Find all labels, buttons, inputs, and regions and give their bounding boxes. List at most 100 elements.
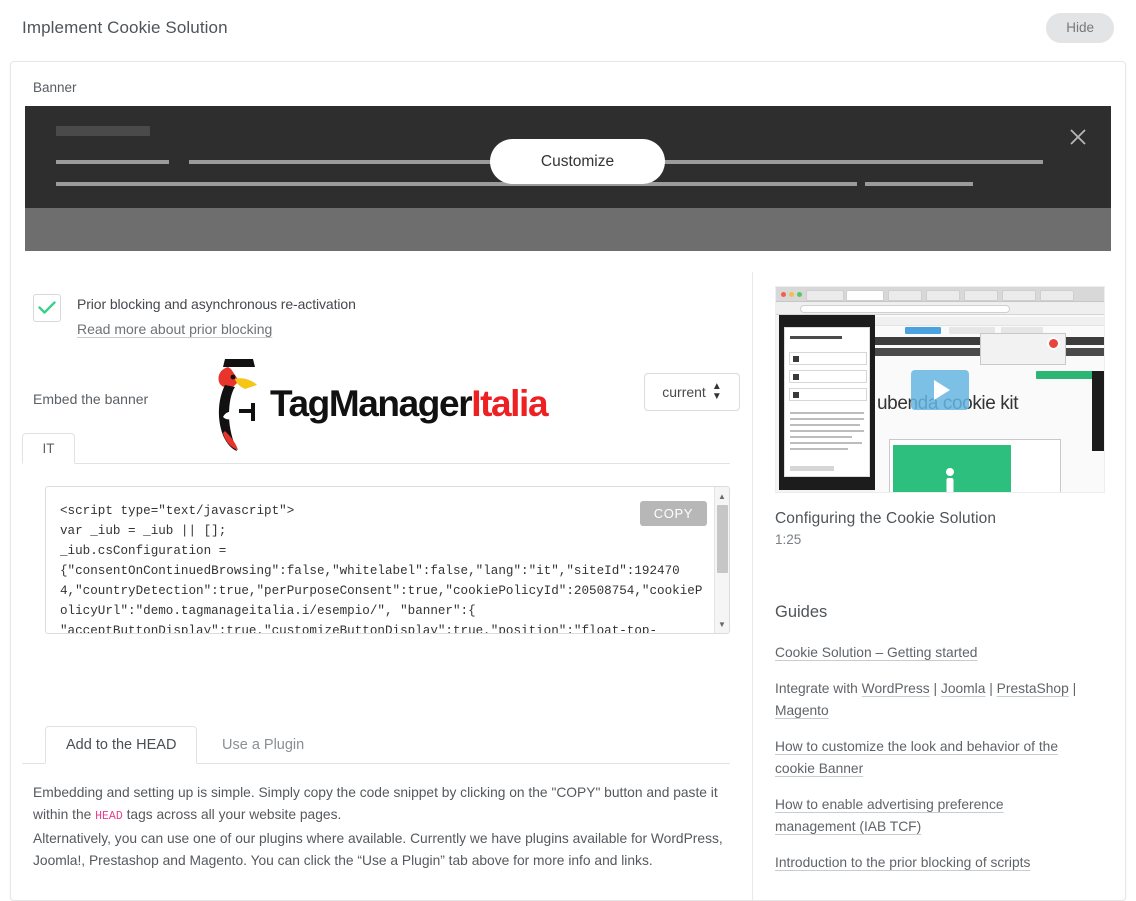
head-tag-code: HEAD [95,810,123,823]
check-icon [38,301,56,314]
chevron-updown-icon: ▲ ▼ [711,381,722,402]
prior-blocking-title: Prior blocking and asynchronous re-activ… [77,296,356,312]
panel-text-line [790,448,848,450]
placeholder-line-2b [865,182,973,186]
play-icon[interactable] [911,369,969,410]
window-dot-green [797,292,802,297]
description-paragraph-2: Alternatively, you can use one of our pl… [33,831,723,868]
browser-chrome-bar [776,287,1104,302]
banner-preview-footer [25,208,1111,251]
guide-link-customize-banner[interactable]: How to customize the look and behavior o… [775,739,1058,776]
address-pill [800,304,1010,313]
placeholder-line-1a [56,160,169,164]
placeholder-title-bar [56,126,150,136]
panel-heading-bar [790,336,842,339]
tab-add-to-the-head[interactable]: Add to the HEAD [45,726,198,764]
feedback-side-tab [1092,371,1104,451]
guide-link-prestashop[interactable]: PrestaShop [997,681,1069,696]
play-triangle [934,379,950,400]
purpose-row [789,370,867,383]
cookie-preferences-panel [779,315,875,490]
description-line1-b: tags across all your website pages. [122,807,342,822]
purpose-row [789,352,867,365]
version-select-value: current [662,384,706,400]
video-thumbnail[interactable]: ubenda cookie kit [775,286,1105,493]
language-tabstrip: IT [22,433,730,464]
scrollbar-thumb[interactable] [717,505,728,573]
embed-code-box[interactable]: <script type="text/javascript"> var _iub… [45,486,730,634]
page-content-area: ubenda cookie kit [875,315,1104,492]
guides-list: Cookie Solution – Getting started Integr… [775,642,1125,874]
guide-item: How to enable advertising preference man… [775,794,1080,838]
implement-cookie-solution-card: Banner Customize Prior blocking and asyn… [10,61,1126,901]
browser-tab [846,290,884,301]
install-description: Embedding and setting up is simple. Simp… [33,782,730,872]
guide-prefix-integrate-with: Integrate with [775,681,862,696]
panel-button [790,466,834,471]
banner-section-label: Banner [33,80,77,95]
description-paragraph-1: Embedding and setting up is simple. Simp… [33,782,730,828]
nav-chip [905,327,941,334]
panel-text-line [790,430,864,432]
guide-separator: | [985,681,997,696]
version-select[interactable]: current ▲ ▼ [644,373,740,411]
guide-link-prior-blocking-intro[interactable]: Introduction to the prior blocking of sc… [775,855,1030,870]
browser-tab [806,290,844,301]
install-method-tabs: Add to the HEAD Use a Plugin [22,726,730,764]
embed-banner-label: Embed the banner [33,391,149,407]
tab-it[interactable]: IT [22,433,75,464]
browser-address-bar [776,302,1104,315]
browser-tab [1002,290,1036,301]
right-column: ubenda cookie kit Configuring the Cookie… [753,272,1125,900]
copy-button[interactable]: COPY [639,501,707,526]
embed-code-text: <script type="text/javascript"> var _iub… [60,504,703,634]
guides-heading: Guides [775,603,828,621]
panel-text-line [790,442,862,444]
prior-blocking-row: Prior blocking and asynchronous re-activ… [11,272,752,339]
guide-separator: | [929,681,941,696]
tab-use-a-plugin[interactable]: Use a Plugin [202,726,324,764]
guide-separator: | [1068,681,1077,696]
panel-text-line [790,436,852,438]
panel-text-line [790,418,864,420]
window-dot-yellow [789,292,794,297]
browser-tab [964,290,998,301]
video-title: Configuring the Cookie Solution [775,510,997,527]
green-privacy-button [1036,371,1098,379]
browser-tab [1040,290,1074,301]
banner-preview: Customize [25,106,1111,251]
guide-link-getting-started[interactable]: Cookie Solution – Getting started [775,645,977,660]
scroll-down-icon[interactable]: ▼ [715,617,729,631]
hide-button[interactable]: Hide [1046,13,1114,43]
guide-link-magento[interactable]: Magento [775,703,829,718]
guide-link-joomla[interactable]: Joomla [941,681,985,696]
left-column: Prior blocking and asynchronous re-activ… [11,272,753,900]
panel-text-line [790,412,864,414]
guide-item: Cookie Solution – Getting started [775,642,1080,664]
panel-text-line [790,424,860,426]
guide-item: Introduction to the prior blocking of sc… [775,852,1080,874]
guide-item: Integrate with WordPress | Joomla | Pres… [775,678,1080,722]
info-icon [946,468,954,492]
guide-item: How to customize the look and behavior o… [775,736,1080,780]
placeholder-line-2a [56,182,857,186]
window-dot-red [781,292,786,297]
guide-link-iab-tcf[interactable]: How to enable advertising preference man… [775,797,1004,834]
prior-blocking-text: Prior blocking and asynchronous re-activ… [77,296,356,339]
read-more-prior-blocking-link[interactable]: Read more about prior blocking [77,321,272,337]
record-button-icon [1047,337,1060,350]
close-icon[interactable] [1069,128,1087,146]
customize-button[interactable]: Customize [490,139,665,184]
scroll-up-icon[interactable]: ▲ [715,489,729,503]
code-scrollbar[interactable]: ▲ ▼ [714,487,729,633]
green-info-block [893,445,1011,492]
video-duration: 1:25 [775,532,802,547]
guide-link-wordpress[interactable]: WordPress [862,681,930,696]
browser-tab [888,290,922,301]
browser-tab [926,290,960,301]
page-header: Implement Cookie Solution Hide [0,0,1136,56]
embed-banner-row: Embed the banner current ▲ ▼ [11,373,752,416]
purpose-row [789,388,867,401]
cookie-panel-inner [784,327,870,477]
prior-blocking-checkbox[interactable] [33,294,61,322]
